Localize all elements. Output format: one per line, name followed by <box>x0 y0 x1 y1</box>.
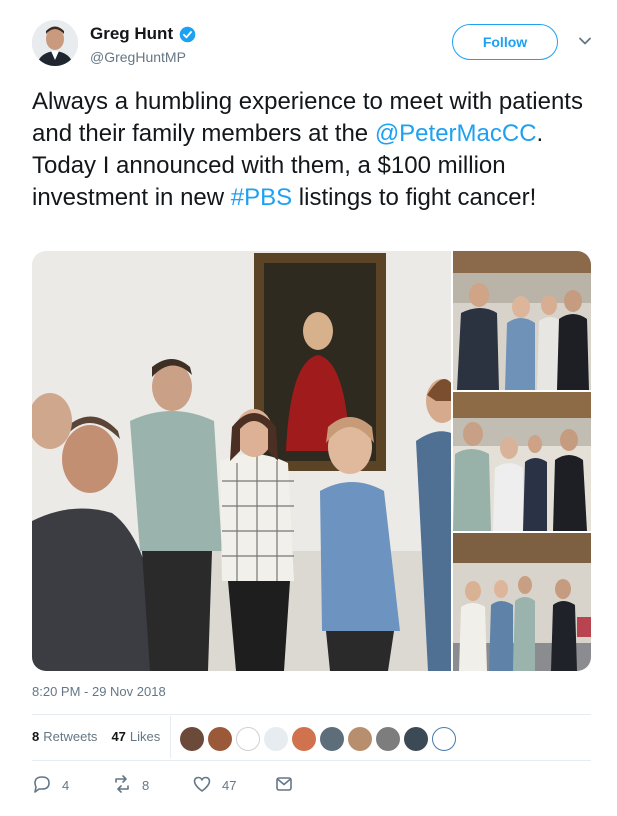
like-count: 47 <box>222 778 237 793</box>
retweets-stat[interactable]: 8 Retweets <box>32 729 97 744</box>
stats-separator <box>170 716 171 758</box>
likes-label: Likes <box>129 729 161 744</box>
retweets-count: 8 <box>32 729 40 744</box>
reply-count: 4 <box>62 778 70 793</box>
retweet-count: 8 <box>142 778 150 793</box>
message-icon <box>274 774 294 797</box>
retweet-button[interactable]: 8 <box>112 774 149 797</box>
likes-count: 47 <box>111 729 126 744</box>
like-button[interactable]: 47 <box>192 774 236 797</box>
liker-avatar[interactable] <box>404 727 428 751</box>
liker-avatar[interactable] <box>208 727 232 751</box>
reply-icon <box>32 774 52 797</box>
photo-side-1[interactable] <box>453 251 591 390</box>
retweets-label: Retweets <box>43 729 98 744</box>
verified-icon <box>179 26 196 43</box>
likes-stat[interactable]: 47 Likes <box>111 729 160 744</box>
mention-link[interactable]: @PeterMacCC <box>375 120 537 147</box>
tweet-text-part-3: listings to fight cancer! <box>292 184 537 211</box>
liker-avatar[interactable] <box>348 727 372 751</box>
like-icon <box>192 774 212 797</box>
liker-avatar[interactable] <box>376 727 400 751</box>
hashtag-link[interactable]: #PBS <box>231 184 292 211</box>
caret-down-icon[interactable] <box>576 32 594 50</box>
action-bar: 4 8 47 <box>32 774 332 798</box>
user-name[interactable]: Greg Hunt <box>90 24 173 44</box>
tweet-header: Greg Hunt @GregHuntMP Follow <box>32 18 592 72</box>
name-row: Greg Hunt <box>90 24 196 44</box>
liker-avatar[interactable] <box>320 727 344 751</box>
liker-avatar[interactable] <box>264 727 288 751</box>
photo-main[interactable] <box>32 251 458 671</box>
tweet-timestamp[interactable]: 8:20 PM - 29 Nov 2018 <box>32 684 166 699</box>
media-grid <box>32 251 591 671</box>
avatar[interactable] <box>32 20 78 66</box>
tweet-text: Always a humbling experience to meet wit… <box>32 86 597 214</box>
liker-avatar[interactable] <box>432 727 456 751</box>
photo-side-2[interactable] <box>453 392 591 531</box>
user-handle[interactable]: @GregHuntMP <box>90 49 186 65</box>
engagement-stats: 8 Retweets 47 Likes <box>32 729 160 744</box>
liker-avatar[interactable] <box>236 727 260 751</box>
divider-bottom <box>32 760 591 761</box>
liker-avatars <box>180 727 456 751</box>
photo-side-3[interactable] <box>453 533 591 671</box>
follow-button[interactable]: Follow <box>452 24 558 60</box>
message-button[interactable] <box>274 774 294 797</box>
liker-avatar[interactable] <box>292 727 316 751</box>
reply-button[interactable]: 4 <box>32 774 69 797</box>
retweet-icon <box>112 774 132 797</box>
divider-top <box>32 714 591 715</box>
liker-avatar[interactable] <box>180 727 204 751</box>
